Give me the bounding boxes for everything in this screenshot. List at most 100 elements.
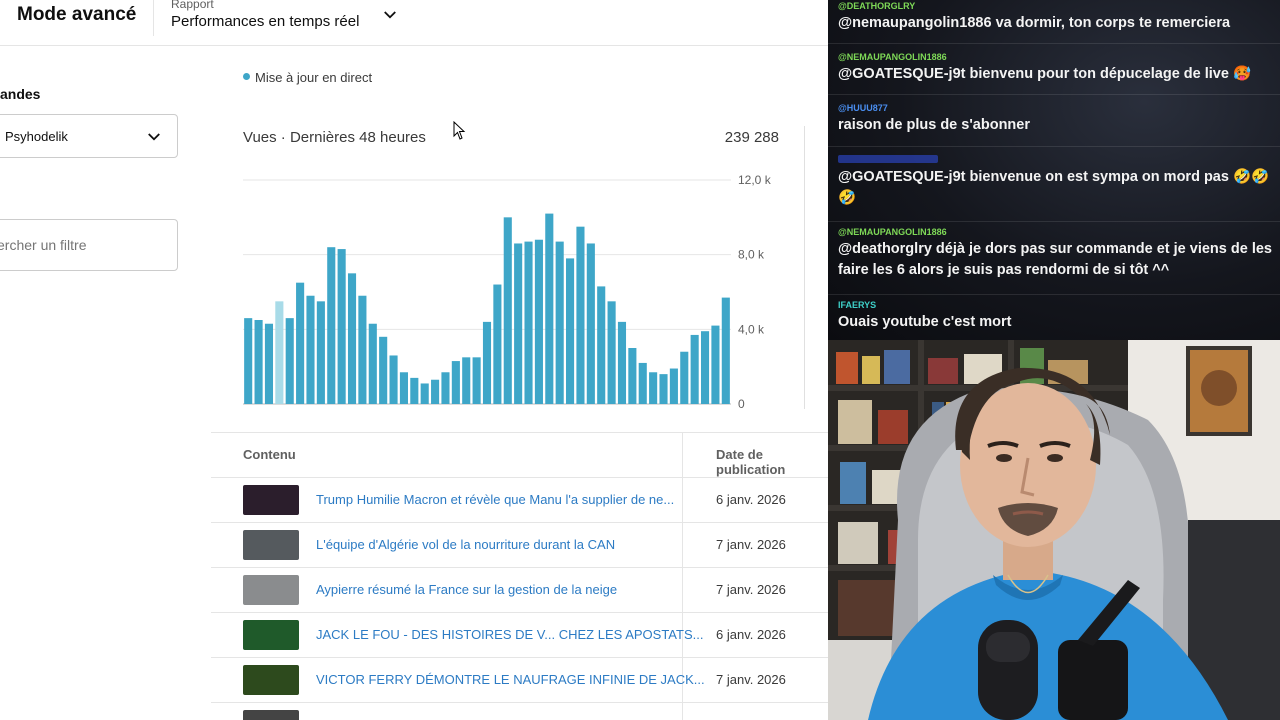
chart-bar[interactable] [275,301,284,404]
chat-message: @GOATESQUE-j9t bienvenue on est sympa on… [828,147,1280,222]
chart-bar[interactable] [649,372,658,404]
video-thumbnail[interactable] [243,665,299,695]
stream-chat-overlay: @DEATHORGLRY @nemaupangolin1886 va dormi… [828,0,1280,340]
chart-bar[interactable] [503,217,512,404]
chart-bar[interactable] [690,334,699,404]
chart-bar[interactable] [285,318,294,404]
chart-bar[interactable] [514,243,523,404]
chart-bar[interactable] [420,383,429,404]
video-thumbnail[interactable] [243,710,299,720]
publish-date: 7 janv. 2026 [716,672,786,687]
table-row[interactable]: VICTOR FERRY DÉMONTRE LE NAUFRAGE INFINI… [211,657,828,702]
chart-divider [804,126,805,409]
chart-bar[interactable] [586,243,595,404]
report-caption: Rapport [171,0,214,11]
chart-bar[interactable] [368,323,377,404]
chart-bar[interactable] [576,226,585,404]
views-total: 239 288 [724,129,779,146]
chart-bar[interactable] [555,241,564,404]
chart-bar[interactable] [316,301,325,404]
chart-bar[interactable] [306,295,315,404]
chart-bar[interactable] [534,239,543,404]
chart-bar[interactable] [482,321,492,404]
chart-bar[interactable] [441,372,450,404]
chat-message: @NEMAUPANGOLIN1886 @deathorglry déjà je … [828,222,1280,295]
chart-bar[interactable] [711,325,720,404]
channel-select-value: Psyhodelik [5,129,68,144]
y-tick-label: 0 [738,397,745,411]
chart-bar[interactable] [721,297,730,404]
chart-bar[interactable] [347,273,357,404]
chart-bar[interactable] [264,323,274,404]
chart-bar[interactable] [700,331,710,404]
live-indicator-dot [243,73,250,80]
chat-text: @GOATESQUE-j9t bienvenu pour ton dépucel… [838,66,1252,82]
chart-bar[interactable] [327,247,336,404]
chart-bar[interactable] [524,241,533,404]
chart-bar[interactable] [545,213,554,404]
chart-bar[interactable] [431,379,440,404]
chart-bar[interactable] [669,368,678,404]
chat-text: @nemaupangolin1886 va dormir, ton corps … [838,15,1231,31]
chart-bar[interactable] [379,336,388,404]
video-title-link[interactable]: VICTOR FERRY DÉMONTRE LE NAUFRAGE INFINI… [316,672,705,687]
mouse-cursor-icon [453,121,466,140]
chat-username: @NEMAUPANGOLIN1886 [838,52,947,62]
chat-username: @DEATHORGLRY [838,1,916,11]
video-thumbnail[interactable] [243,530,299,560]
channel-select[interactable]: Psyhodelik [0,114,178,158]
chat-message: IFAERYS Ouais youtube c'est mort [828,295,1280,340]
chart-bar[interactable] [358,295,367,404]
chart-bar[interactable] [659,374,668,404]
chart-bar[interactable] [472,357,481,404]
chat-text: @deathorglry déjà je dors pas sur comman… [838,241,1272,278]
column-header-content[interactable]: Contenu [243,447,296,462]
top-bar: Mode avancé Rapport Performances en temp… [0,0,828,46]
video-title-link[interactable]: Trump Humilie Macron et révèle que Manu … [316,492,674,507]
publish-date: 7 janv. 2026 [716,537,786,552]
chat-message: @NEMAUPANGOLIN1886 @GOATESQUE-j9t bienve… [828,44,1280,95]
table-row[interactable]: L'équipe d'Algérie vol de la nourriture … [211,522,828,567]
chat-message: @DEATHORGLRY @nemaupangolin1886 va dormi… [828,0,1280,44]
video-title-link[interactable]: Aypierre résumé la France sur la gestion… [316,582,617,597]
chart-bar[interactable] [462,357,471,404]
table-row[interactable]: Trump Humilie Macron et révèle que Manu … [211,477,828,522]
chart-bar[interactable] [493,284,502,404]
chart-bar[interactable] [566,258,575,404]
table-row[interactable]: JACK LE FOU - DES HISTOIRES DE V... CHEZ… [211,612,828,657]
chart-bar[interactable] [296,282,305,404]
search-filter-input[interactable] [0,219,178,271]
chat-message: @HUUU877 raison de plus de s'abonner [828,95,1280,147]
video-thumbnail[interactable] [243,575,299,605]
live-update-label: Mise à jour en direct [255,70,373,85]
chat-text: @GOATESQUE-j9t bienvenue on est sympa on… [838,169,1270,206]
column-header-date[interactable]: Date de publication [716,447,828,477]
chart-bar[interactable] [254,320,263,404]
chart-bar[interactable] [337,249,346,404]
chart-title: Vues · Dernières 48 heures [243,129,426,146]
chart-bar[interactable] [244,318,253,404]
table-row[interactable] [211,702,828,720]
chart-bar[interactable] [607,301,616,404]
chat-username-blurred [838,155,938,163]
chevron-down-icon[interactable] [381,6,399,24]
publish-date: 6 janv. 2026 [716,492,786,507]
video-title-link[interactable]: L'équipe d'Algérie vol de la nourriture … [316,537,615,552]
chart-bar[interactable] [628,348,637,404]
table-row[interactable]: Aypierre résumé la France sur la gestion… [211,567,828,612]
chart-bar[interactable] [680,351,689,404]
webcam-scene [828,340,1280,720]
report-dropdown[interactable]: Performances en temps réel [171,13,359,30]
chart-bar[interactable] [451,361,460,404]
chart-bar[interactable] [410,377,419,404]
chart-bar[interactable] [399,372,408,404]
chart-bar[interactable] [389,355,398,404]
video-title-link[interactable]: JACK LE FOU - DES HISTOIRES DE V... CHEZ… [316,627,703,642]
webcam-feed [828,340,1280,720]
video-thumbnail[interactable] [243,485,299,515]
chart-bar[interactable] [617,321,627,404]
y-tick-label: 8,0 k [738,248,765,262]
video-thumbnail[interactable] [243,620,299,650]
chart-bar[interactable] [597,286,606,404]
chart-bar[interactable] [638,362,647,404]
